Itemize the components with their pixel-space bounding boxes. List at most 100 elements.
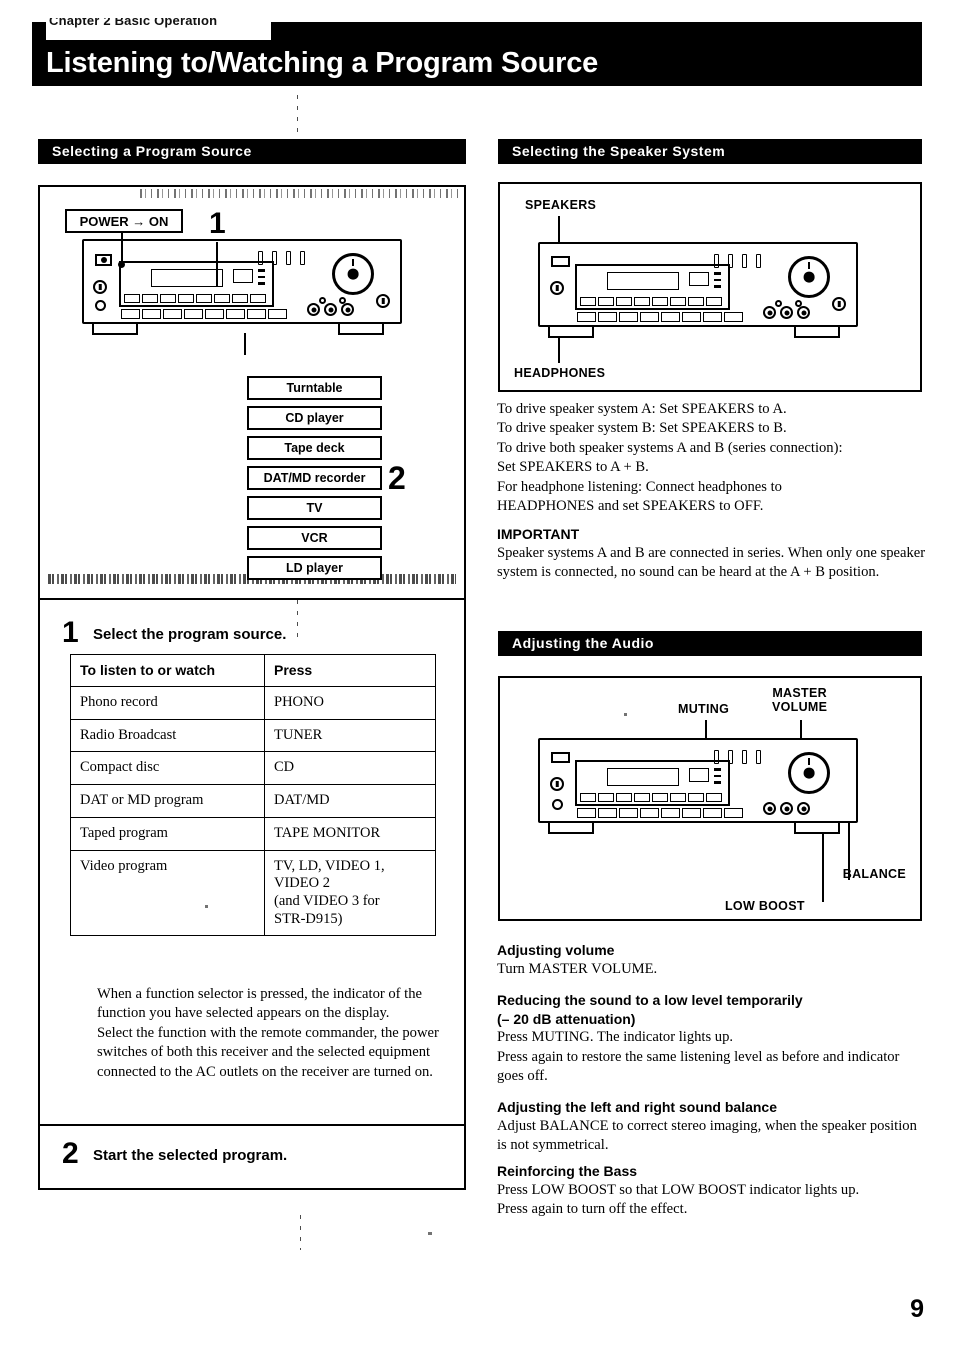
- source-box-label: Turntable: [286, 381, 343, 395]
- indicator-leds: [258, 251, 305, 265]
- display-panel: [575, 760, 730, 806]
- front-jacks: [307, 303, 354, 316]
- speakers-selector-knob: [550, 777, 564, 791]
- headphone-jack: [95, 300, 106, 311]
- source-notes: When a function selector is pressed, the…: [97, 985, 442, 1082]
- receiver-foot-right: [794, 823, 840, 834]
- front-jacks: [763, 306, 810, 319]
- receiver-foot-right: [794, 327, 840, 338]
- scan-speck: [205, 905, 208, 908]
- audio-topic-body: Adjust BALANCE to correct stereo imaging…: [497, 1117, 917, 1154]
- table-header-row: To listen to or watch Press: [70, 653, 436, 688]
- speaker-line: To drive both speaker systems A and B (s…: [497, 439, 843, 456]
- source-box-label: DAT/MD recorder: [263, 471, 366, 485]
- table-row: Taped program TAPE MONITOR: [70, 816, 436, 851]
- important-heading: IMPORTANT: [497, 526, 580, 542]
- scan-fold-line: [300, 1215, 301, 1250]
- cell-press: TUNER: [264, 718, 436, 753]
- speaker-important-block: IMPORTANT Speaker systems A and B are co…: [497, 525, 929, 582]
- cell-listen: Video program: [70, 849, 265, 937]
- audio-topic-volume: Adjusting volume Turn MASTER VOLUME.: [497, 941, 929, 979]
- balance-knob: [832, 297, 846, 311]
- table-row: Phono record PHONO: [70, 686, 436, 720]
- column-header-listen: To listen to or watch: [70, 653, 265, 688]
- display-screen: [607, 768, 679, 786]
- step-number-2: 2: [62, 1137, 79, 1170]
- cell-listen: DAT or MD program: [70, 784, 265, 818]
- table-row: Compact disc CD: [70, 751, 436, 786]
- master-volume-knob: [788, 752, 830, 794]
- audio-topic-heading: Reinforcing the Bass: [497, 1163, 638, 1179]
- display-screen: [607, 272, 679, 290]
- section-heading-selecting-speaker: Selecting the Speaker System: [498, 139, 922, 164]
- source-note-1: When a function selector is pressed, the…: [97, 986, 423, 1022]
- source-box-cd-player[interactable]: CD player: [247, 406, 382, 430]
- page-title: Listening to/Watching a Program Source: [46, 47, 599, 79]
- power-button: [551, 752, 570, 763]
- table-row: Radio Broadcast TUNER: [70, 718, 436, 753]
- scan-speck: [624, 713, 627, 716]
- lower-button-row: [577, 312, 743, 322]
- column-header-press: Press: [264, 653, 436, 688]
- speaker-line: Set SPEAKERS to A + B.: [497, 459, 649, 476]
- manual-page: Chapter 2 Basic Operation Listening to/W…: [0, 0, 954, 1352]
- receiver-foot-left: [548, 327, 594, 338]
- leader-source-stack: [244, 333, 246, 355]
- display-indicator-dots: [714, 272, 721, 288]
- audio-topic-bass: Reinforcing the Bass Press LOW BOOST so …: [497, 1162, 929, 1219]
- receiver-illustration: [538, 738, 858, 834]
- chapter-tab: Chapter 2 Basic Operation: [46, 18, 271, 40]
- cell-press: CD: [264, 751, 436, 786]
- speaker-line: To drive speaker system A: Set SPEAKERS …: [497, 401, 787, 417]
- receiver-illustration: [82, 239, 402, 335]
- scan-fold-line: [297, 95, 298, 140]
- headphone-jack: [552, 799, 563, 810]
- display-panel: [575, 264, 730, 310]
- scan-artifact: [140, 189, 460, 198]
- speakers-selector-knob: [550, 281, 564, 295]
- figure-adjusting-audio: MASTER VOLUME MUTING BALANCE LOW BOOST: [498, 676, 922, 921]
- cell-listen: Radio Broadcast: [70, 718, 265, 753]
- source-box-tv[interactable]: TV: [247, 496, 382, 520]
- balance-knob: [376, 294, 390, 308]
- audio-topic-heading: Adjusting volume: [497, 942, 615, 958]
- power-button: [95, 254, 112, 266]
- source-box-dat-md-recorder[interactable]: DAT/MD recorder: [247, 466, 382, 490]
- cell-listen: Taped program: [70, 816, 265, 851]
- callout-power-label: POWER → ON: [79, 214, 169, 229]
- label-balance: BALANCE: [842, 867, 906, 881]
- label-headphones: HEADPHONES: [514, 366, 606, 380]
- speaker-line: HEADPHONES and set SPEAKERS to OFF.: [497, 498, 764, 515]
- label-low-boost: LOW BOOST: [725, 899, 805, 913]
- source-note-2: Select the function with the remote comm…: [97, 1024, 439, 1080]
- label-muting: MUTING: [678, 702, 730, 716]
- source-box-turntable[interactable]: Turntable: [247, 376, 382, 400]
- source-box-vcr[interactable]: VCR: [247, 526, 382, 550]
- receiver-top-edge: [88, 239, 396, 241]
- scan-fold-line: [297, 600, 298, 642]
- function-button-row: [124, 294, 266, 303]
- receiver-foot-left: [92, 324, 138, 335]
- cell-listen: Compact disc: [70, 751, 265, 786]
- receiver-top-edge: [544, 242, 852, 244]
- display-screen: [151, 269, 223, 287]
- audio-topic-muting: Reducing the sound to a low level tempor…: [497, 991, 929, 1086]
- source-box-label: Tape deck: [284, 441, 345, 455]
- cell-press: TV, LD, VIDEO 1, VIDEO 2 (and VIDEO 3 fo…: [264, 849, 436, 937]
- step-number-1: 1: [62, 616, 79, 649]
- lower-button-row: [121, 309, 287, 319]
- audio-topic-heading: Adjusting the left and right sound balan…: [497, 1099, 778, 1115]
- source-box-ld-player[interactable]: LD player: [247, 556, 382, 580]
- receiver-foot-right: [338, 324, 384, 335]
- source-box-tape-deck[interactable]: Tape deck: [247, 436, 382, 460]
- chapter-tab-label: Chapter 2 Basic Operation: [49, 18, 218, 28]
- function-button-row: [580, 793, 722, 802]
- source-box-label: TV: [306, 501, 323, 515]
- cell-listen: Phono record: [70, 686, 265, 720]
- source-box-label: LD player: [286, 561, 343, 575]
- table-row: DAT or MD program DAT/MD: [70, 784, 436, 818]
- cell-press: PHONO: [264, 686, 436, 720]
- speaker-instructions: To drive speaker system A: Set SPEAKERS …: [497, 400, 929, 516]
- phones-knob: [93, 280, 107, 294]
- label-speakers: SPEAKERS: [525, 198, 597, 212]
